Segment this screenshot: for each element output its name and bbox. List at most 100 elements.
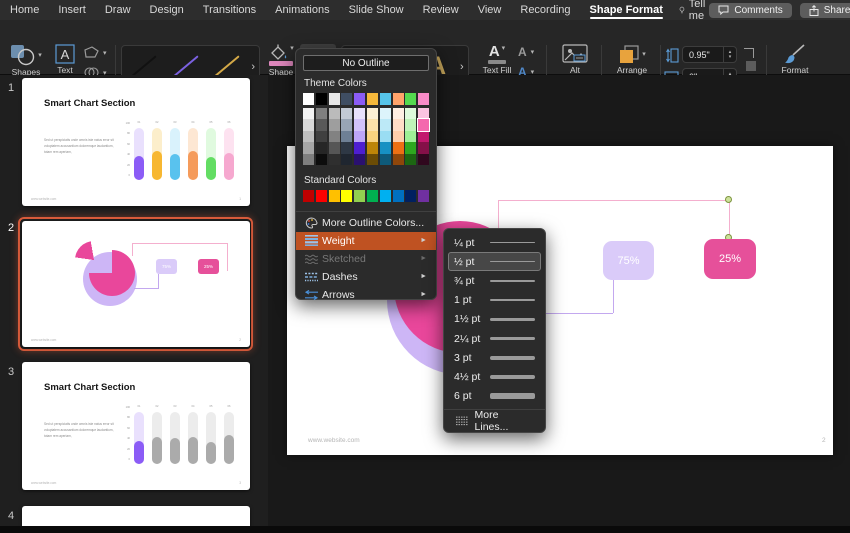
color-swatch[interactable] (341, 119, 352, 131)
color-swatch[interactable] (303, 108, 314, 120)
shape-style-yellow[interactable] (206, 66, 248, 68)
weight-option[interactable]: ¼ pt (448, 233, 541, 252)
color-swatch[interactable] (380, 131, 391, 143)
color-swatch[interactable] (341, 108, 352, 120)
ribbon-tab[interactable]: Recording (520, 0, 570, 20)
color-swatch[interactable] (418, 142, 429, 154)
ribbon-tab[interactable]: Review (423, 0, 459, 20)
weight-option[interactable]: 2¼ pt (448, 329, 541, 348)
weight-option[interactable]: ½ pt (448, 252, 541, 271)
color-swatch[interactable] (405, 142, 416, 154)
ribbon-tab[interactable]: View (478, 0, 502, 20)
color-swatch[interactable] (418, 93, 429, 105)
color-swatch[interactable] (341, 154, 352, 166)
color-swatch[interactable] (418, 108, 429, 120)
shapes-button[interactable]: ▾ Shapes (4, 44, 48, 78)
color-swatch[interactable] (303, 190, 314, 202)
gallery-more-icon[interactable]: › (460, 61, 464, 73)
color-swatch[interactable] (341, 131, 352, 143)
color-swatch[interactable] (316, 142, 327, 154)
color-swatch[interactable] (303, 142, 314, 154)
color-swatch[interactable] (354, 93, 365, 105)
color-swatch[interactable] (329, 108, 340, 120)
ribbon-tab[interactable]: Slide Show (349, 0, 404, 20)
color-swatch[interactable] (303, 93, 314, 105)
color-swatch[interactable] (418, 190, 429, 202)
color-swatch[interactable] (405, 154, 416, 166)
lock-aspect-toggle[interactable] (746, 61, 756, 71)
menu-item-dashes[interactable]: Dashes ► (296, 268, 436, 286)
color-swatch[interactable] (329, 190, 340, 202)
color-swatch[interactable] (405, 108, 416, 120)
weight-option[interactable]: 3 pt (448, 348, 541, 367)
color-swatch[interactable] (303, 154, 314, 166)
color-swatch[interactable] (367, 108, 378, 120)
color-swatch[interactable] (316, 93, 327, 105)
menu-item-more-outline-colors[interactable]: More Outline Colors... (296, 214, 436, 232)
tell-me[interactable]: Tell me (679, 0, 710, 22)
color-swatch[interactable] (393, 142, 404, 154)
menu-item-weight[interactable]: Weight ► (296, 232, 436, 250)
color-swatch[interactable] (393, 119, 404, 131)
color-swatch[interactable] (380, 119, 391, 131)
ribbon-tab[interactable]: Shape Format (590, 0, 663, 20)
ribbon-tab[interactable]: Transitions (203, 0, 256, 20)
more-lines-button[interactable]: More Lines... (448, 412, 541, 431)
slide-1-thumbnail[interactable]: Smart Chart Section Sed ut perspiciatis … (22, 78, 250, 206)
ribbon-tab[interactable]: Home (10, 0, 39, 20)
color-swatch[interactable] (329, 154, 340, 166)
color-swatch[interactable] (393, 154, 404, 166)
shape-style-purple[interactable] (164, 66, 206, 68)
color-swatch[interactable] (354, 142, 365, 154)
weight-option[interactable]: 1 pt (448, 291, 541, 310)
color-swatch[interactable] (367, 119, 378, 131)
color-swatch[interactable] (380, 93, 391, 105)
color-swatch[interactable] (405, 190, 416, 202)
height-stepper[interactable]: ▴▾ (723, 47, 736, 62)
comments-button[interactable]: Comments (709, 3, 791, 18)
color-swatch[interactable] (354, 119, 365, 131)
color-swatch[interactable] (418, 154, 429, 166)
selection-handle-top[interactable] (725, 196, 732, 203)
slide-2-thumbnail[interactable]: 75% 25% www.website.com 2 (22, 221, 250, 347)
ribbon-tab[interactable]: Draw (105, 0, 131, 20)
color-swatch[interactable] (329, 93, 340, 105)
weight-option[interactable]: ¾ pt (448, 271, 541, 290)
color-swatch[interactable] (329, 119, 340, 131)
color-swatch[interactable] (341, 142, 352, 154)
color-swatch[interactable] (405, 131, 416, 143)
color-swatch[interactable] (329, 131, 340, 143)
text-fill-button[interactable]: A ▾ Text Fill (478, 44, 516, 76)
shape-box-25[interactable]: 25% (704, 239, 756, 279)
connector-purple-vertical[interactable] (613, 280, 614, 313)
color-swatch[interactable] (380, 154, 391, 166)
gallery-more-icon[interactable]: › (251, 61, 255, 73)
color-swatch[interactable] (329, 142, 340, 154)
weight-option[interactable]: 1½ pt (448, 310, 541, 329)
color-swatch[interactable] (354, 154, 365, 166)
shape-style-black[interactable] (122, 66, 164, 68)
shape-height-field[interactable]: 0.95" ▴▾ (682, 46, 737, 63)
color-swatch[interactable] (393, 93, 404, 105)
arrange-button[interactable]: ▾ Arrange (608, 44, 656, 76)
color-swatch[interactable] (393, 108, 404, 120)
color-swatch[interactable] (380, 142, 391, 154)
text-outline-button[interactable]: A ▾ (518, 46, 534, 58)
color-swatch[interactable] (316, 119, 327, 131)
weight-option[interactable]: 6 pt (448, 387, 541, 406)
share-button[interactable]: Share (800, 3, 850, 18)
menu-item-arrows[interactable]: Arrows ► (296, 286, 436, 304)
ribbon-tab[interactable]: Insert (58, 0, 86, 20)
color-swatch[interactable] (316, 190, 327, 202)
color-swatch[interactable] (380, 108, 391, 120)
color-swatch[interactable] (354, 131, 365, 143)
color-swatch[interactable] (341, 190, 352, 202)
color-swatch[interactable] (341, 93, 352, 105)
color-swatch[interactable] (405, 93, 416, 105)
connector-pink-right-drop[interactable] (729, 200, 730, 238)
color-swatch[interactable] (367, 154, 378, 166)
ribbon-tab[interactable]: Design (150, 0, 184, 20)
color-swatch[interactable] (367, 93, 378, 105)
color-swatch[interactable] (418, 131, 429, 143)
color-swatch[interactable] (316, 131, 327, 143)
